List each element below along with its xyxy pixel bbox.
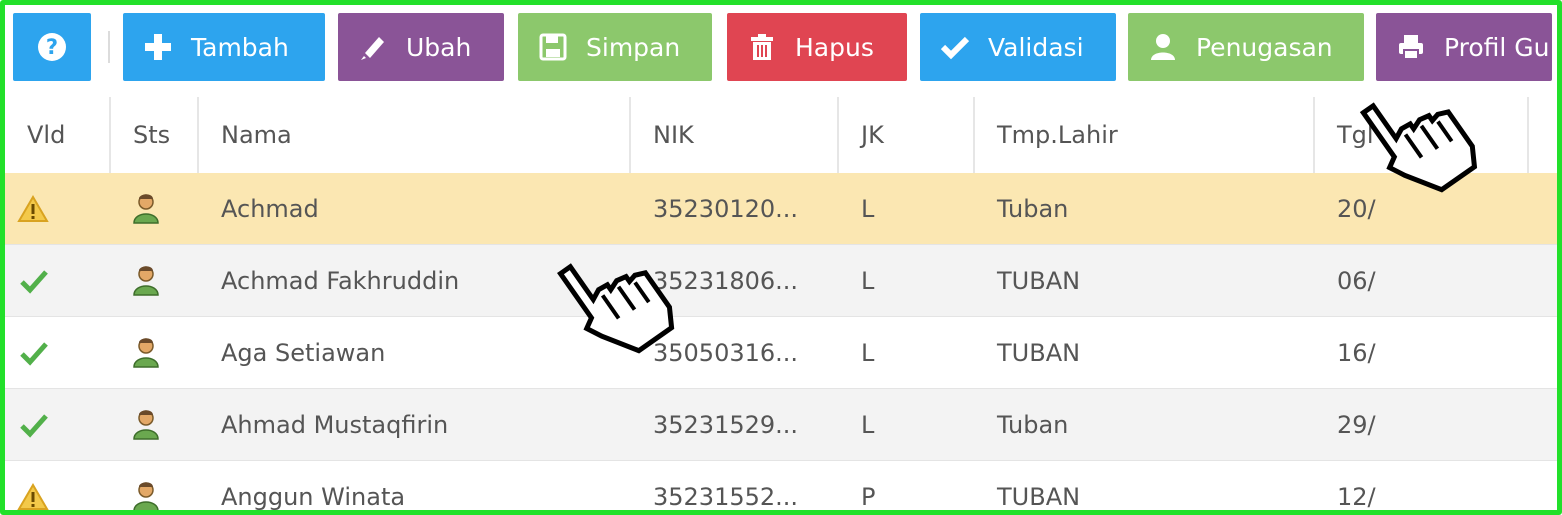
cell-vld — [5, 173, 111, 245]
cell-nik: 35231552... — [653, 483, 799, 511]
cell-vld — [5, 389, 111, 461]
penugasan-label: Penugasan — [1196, 32, 1333, 62]
hand-cursor-icon — [557, 263, 675, 354]
simpan-label: Simpan — [586, 32, 681, 62]
cell-tgl: 12/ — [1337, 483, 1376, 511]
cell-nama: Ahmad Mustaqfirin — [221, 411, 449, 439]
cell-tmp-lahir: TUBAN — [997, 267, 1081, 295]
cell-jk: L — [861, 339, 875, 367]
trash-icon — [745, 30, 779, 64]
warning-icon — [17, 195, 49, 223]
ubah-label: Ubah — [406, 32, 472, 62]
cell-tmp-lahir: Tuban — [997, 195, 1069, 223]
user-status-icon — [131, 337, 165, 369]
table-row[interactable]: Anggun Winata 35231552... P TUBAN 12/ — [5, 461, 1557, 511]
table-row[interactable]: Achmad 35230120... L Tuban 20/ — [5, 173, 1557, 245]
cell-jk: L — [861, 411, 875, 439]
hand-cursor-icon — [1359, 102, 1478, 193]
check-icon — [19, 268, 49, 294]
validasi-button[interactable]: Validasi — [920, 13, 1116, 81]
user-status-icon — [131, 481, 165, 510]
cell-tmp-lahir: TUBAN — [997, 339, 1081, 367]
cell-sts — [111, 461, 199, 510]
toolbar: ? Tambah Ubah Simpan Hapus Validasi Penu… — [5, 5, 1557, 93]
cell-tmp-lahir: TUBAN — [997, 483, 1081, 511]
save-icon — [536, 30, 570, 64]
cell-vld — [5, 461, 111, 510]
column-header-tmp-lahir[interactable]: Tmp.Lahir — [975, 97, 1315, 173]
hapus-button[interactable]: Hapus — [727, 13, 907, 81]
validasi-label: Validasi — [988, 32, 1084, 62]
column-header-sts[interactable]: Sts — [111, 97, 199, 173]
column-header-jk[interactable]: JK — [839, 97, 975, 173]
cell-jk: L — [861, 267, 875, 295]
app-frame: ? Tambah Ubah Simpan Hapus Validasi Penu… — [0, 0, 1562, 515]
ubah-button[interactable]: Ubah — [338, 13, 504, 81]
question-icon: ? — [38, 33, 66, 61]
tambah-button[interactable]: Tambah — [123, 13, 325, 81]
table-row[interactable]: Aga Setiawan 35050316... L TUBAN 16/ — [5, 317, 1557, 389]
table-header: Vld Sts Nama NIK JK Tmp.Lahir Tgl — [5, 97, 1557, 175]
table-row[interactable]: Achmad Fakhruddin 35231806... L TUBAN 06/ — [5, 245, 1557, 317]
cell-sts — [111, 317, 199, 389]
cell-tgl: 16/ — [1337, 339, 1376, 367]
user-icon — [1146, 30, 1180, 64]
cell-tgl: 29/ — [1337, 411, 1376, 439]
cell-vld — [5, 245, 111, 317]
cell-sts — [111, 245, 199, 317]
tambah-label: Tambah — [191, 32, 289, 62]
cell-jk: P — [861, 483, 876, 511]
column-header-nik[interactable]: NIK — [631, 97, 839, 173]
simpan-button[interactable]: Simpan — [518, 13, 712, 81]
column-header-nama[interactable]: Nama — [199, 97, 631, 173]
cell-jk: L — [861, 195, 875, 223]
cell-tgl: 06/ — [1337, 267, 1376, 295]
cell-sts — [111, 173, 199, 245]
pencil-icon — [356, 30, 390, 64]
cell-nama: Anggun Winata — [221, 483, 406, 511]
table-row[interactable]: Ahmad Mustaqfirin 35231529... L Tuban 29/ — [5, 389, 1557, 461]
cell-tmp-lahir: Tuban — [997, 411, 1069, 439]
check-icon — [19, 412, 49, 438]
hapus-label: Hapus — [795, 32, 874, 62]
cell-sts — [111, 389, 199, 461]
warning-icon — [17, 483, 49, 510]
user-status-icon — [131, 265, 165, 297]
toolbar-divider — [108, 31, 110, 63]
check-icon — [19, 340, 49, 366]
cell-vld — [5, 317, 111, 389]
column-header-vld[interactable]: Vld — [5, 97, 111, 173]
plus-icon — [141, 30, 175, 64]
cell-nik: 35231529... — [653, 411, 799, 439]
user-status-icon — [131, 409, 165, 441]
check-icon — [938, 30, 972, 64]
penugasan-button[interactable]: Penugasan — [1128, 13, 1364, 81]
user-status-icon — [131, 193, 165, 225]
help-button[interactable]: ? — [13, 13, 91, 81]
